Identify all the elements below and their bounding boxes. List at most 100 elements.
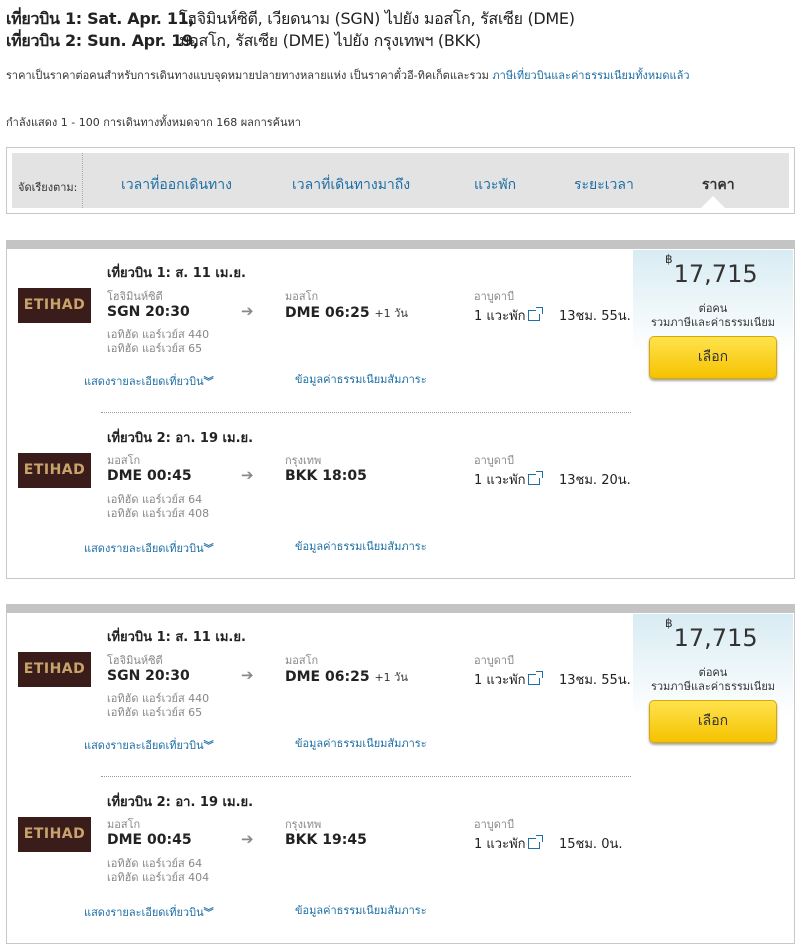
destination-code: DME bbox=[285, 669, 321, 685]
departure: DME 00:45 bbox=[107, 832, 192, 848]
baggage-fees-link[interactable]: ข้อมูลค่าธรรมเนียมสัมภาระ bbox=[295, 734, 427, 752]
leg-title: เที่ยวบิน 2: อา. 19 เม.ย. bbox=[107, 431, 254, 446]
incl-tax-label: รวมภาษีและค่าธรรมเนียม bbox=[650, 316, 776, 329]
right-arrow-icon: ➔ bbox=[241, 302, 254, 320]
departure: SGN 20:30 bbox=[107, 668, 190, 684]
sort-bar-inner: จัดเรียงตาม: เวลาที่ออกเดินทาง เวลาที่เด… bbox=[12, 153, 789, 208]
stops-link[interactable]: 1 แวะพัก bbox=[474, 469, 543, 490]
baggage-fees-link[interactable]: ข้อมูลค่าธรรมเนียมสัมภาระ bbox=[295, 901, 427, 919]
origin-city: มอสโก bbox=[107, 818, 141, 831]
sort-stops[interactable]: แวะพัก bbox=[474, 174, 516, 196]
flight-leg: เที่ยวบิน 2: อา. 19 เม.ย. ETIHAD มอสโก D… bbox=[7, 771, 633, 931]
leg-route: มอสโก, รัสเซีย (DME) ไปยัง กรุงเทพฯ (BKK… bbox=[179, 31, 481, 50]
departure-time: 20:30 bbox=[145, 304, 190, 320]
flight-number: เอทิฮัด แอร์เวย์ส 64 bbox=[107, 493, 203, 506]
per-person-label: ต่อคน bbox=[698, 302, 728, 315]
price-caption: ต่อคน รวมภาษีและค่าธรรมเนียม bbox=[633, 666, 793, 694]
day-offset: +1 วัน bbox=[374, 671, 408, 684]
arrival-time: 19:45 bbox=[322, 832, 367, 848]
leg-title: เที่ยวบิน 2: อา. 19 เม.ย. bbox=[107, 795, 254, 810]
origin-city: โฮจิมินห์ซิตี bbox=[107, 290, 163, 303]
right-arrow-icon: ➔ bbox=[241, 666, 254, 684]
stops-count: 1 แวะพัก bbox=[474, 673, 526, 688]
flight-details-label: แสดงรายละเอียดเที่ยวบิน bbox=[84, 375, 204, 388]
arrival-time: 18:05 bbox=[322, 468, 367, 484]
flight-numbers: เอทิฮัด แอร์เวย์ส 64 เอทิฮัด แอร์เวย์ส 4… bbox=[107, 857, 209, 885]
stop-city: อาบูดาบี bbox=[474, 454, 515, 467]
right-arrow-icon: ➔ bbox=[241, 466, 254, 484]
right-arrow-icon: ➔ bbox=[241, 830, 254, 848]
departure-time: 20:30 bbox=[145, 668, 190, 684]
stops-link[interactable]: 1 แวะพัก bbox=[474, 833, 543, 854]
flight-number: เอทิฮัด แอร์เวย์ส 64 bbox=[107, 857, 203, 870]
flight-details-label: แสดงรายละเอียดเที่ยวบิน bbox=[84, 906, 204, 919]
stops-link[interactable]: 1 แวะพัก bbox=[474, 305, 543, 326]
currency-symbol: ฿ bbox=[665, 252, 673, 266]
duration: 15ชม. 0น. bbox=[559, 837, 623, 852]
flight-details-link[interactable]: แสดงรายละเอียดเที่ยวบิน︾ bbox=[84, 736, 214, 754]
sort-arrival-time[interactable]: เวลาที่เดินทางมาถึง bbox=[292, 174, 410, 196]
double-chevron-down-icon: ︾ bbox=[203, 377, 214, 388]
result-card: ฿17,715 ต่อคน รวมภาษีและค่าธรรมเนียม เลื… bbox=[6, 604, 795, 944]
baggage-fees-link[interactable]: ข้อมูลค่าธรรมเนียมสัมภาระ bbox=[295, 370, 427, 388]
currency-symbol: ฿ bbox=[665, 616, 673, 630]
duration: 13ชม. 55น. bbox=[559, 309, 631, 324]
leg-title: เที่ยวบิน 1: ส. 11 เม.ย. bbox=[107, 266, 246, 281]
origin-code: DME bbox=[107, 832, 143, 848]
flight-details-link[interactable]: แสดงรายละเอียดเที่ยวบิน︾ bbox=[84, 372, 214, 390]
external-link-icon bbox=[527, 835, 543, 849]
arrival: DME 06:25 +1 วัน bbox=[285, 304, 408, 322]
arrival-time: 06:25 bbox=[325, 305, 370, 321]
flight-details-label: แสดงรายละเอียดเที่ยวบิน bbox=[84, 542, 204, 555]
price-note: ราคาเป็นราคาต่อคนสำหรับการเดินทางแบบจุดห… bbox=[6, 68, 696, 83]
day-offset: +1 วัน bbox=[374, 307, 408, 320]
sort-duration[interactable]: ระยะเวลา bbox=[574, 174, 634, 196]
arrival: BKK 18:05 bbox=[285, 468, 367, 484]
airline-logo: ETIHAD bbox=[18, 817, 91, 852]
leg-route: โฮจิมินห์ซิตี, เวียดนาม (SGN) ไปยัง มอสโ… bbox=[179, 9, 575, 28]
leg-label: เที่ยวบิน 1: Sat. Apr. 11, bbox=[6, 9, 195, 28]
double-chevron-down-icon: ︾ bbox=[203, 908, 214, 919]
stops-count: 1 แวะพัก bbox=[474, 473, 526, 488]
leg-title: เที่ยวบิน 1: ส. 11 เม.ย. bbox=[107, 630, 246, 645]
stop-city: อาบูดาบี bbox=[474, 290, 515, 303]
destination-city: มอสโก bbox=[285, 290, 319, 303]
flight-details-label: แสดงรายละเอียดเที่ยวบิน bbox=[84, 739, 204, 752]
select-button[interactable]: เลือก bbox=[649, 336, 777, 379]
destination-code: BKK bbox=[285, 468, 318, 484]
price: ฿17,715 bbox=[665, 252, 758, 288]
flight-details-link[interactable]: แสดงรายละเอียดเที่ยวบิน︾ bbox=[84, 903, 214, 921]
sort-departure-time[interactable]: เวลาที่ออกเดินทาง bbox=[121, 174, 232, 196]
itinerary-summary: เที่ยวบิน 1: Sat. Apr. 11, โฮจิมินห์ซิตี… bbox=[6, 8, 575, 52]
sort-label: จัดเรียงตาม: bbox=[18, 181, 78, 194]
stops-count: 1 แวะพัก bbox=[474, 309, 526, 324]
price-note-text: ราคาเป็นราคาต่อคนสำหรับการเดินทางแบบจุดห… bbox=[6, 69, 493, 82]
result-card: ฿17,715 ต่อคน รวมภาษีและค่าธรรมเนียม เลื… bbox=[6, 240, 795, 579]
price: ฿17,715 bbox=[665, 616, 758, 652]
stops-link[interactable]: 1 แวะพัก bbox=[474, 669, 543, 690]
select-button[interactable]: เลือก bbox=[649, 700, 777, 743]
itinerary-row-1: เที่ยวบิน 1: Sat. Apr. 11, โฮจิมินห์ซิตี… bbox=[6, 8, 575, 30]
baggage-fees-link[interactable]: ข้อมูลค่าธรรมเนียมสัมภาระ bbox=[295, 537, 427, 555]
taxes-fees-link[interactable]: ภาษีเที่ยวบินและค่าธรรมเนียมทั้งหมดแล้ว bbox=[492, 69, 689, 82]
double-chevron-down-icon: ︾ bbox=[203, 741, 214, 752]
destination-code: BKK bbox=[285, 832, 318, 848]
flight-leg: เที่ยวบิน 1: ส. 11 เม.ย. ETIHAD โฮจิมินห… bbox=[7, 605, 633, 765]
destination-city: กรุงเทพ bbox=[285, 454, 322, 467]
duration: 13ชม. 55น. bbox=[559, 673, 631, 688]
per-person-label: ต่อคน bbox=[698, 666, 728, 679]
flight-details-link[interactable]: แสดงรายละเอียดเที่ยวบิน︾ bbox=[84, 539, 214, 557]
origin-code: SGN bbox=[107, 304, 141, 320]
arrival: BKK 19:45 bbox=[285, 832, 367, 848]
active-sort-indicator bbox=[701, 196, 725, 208]
sort-price[interactable]: ราคา bbox=[702, 174, 735, 196]
flight-number: เอทิฮัด แอร์เวย์ส 440 bbox=[107, 328, 210, 341]
flight-numbers: เอทิฮัด แอร์เวย์ส 440 เอทิฮัด แอร์เวย์ส … bbox=[107, 328, 209, 356]
external-link-icon bbox=[527, 471, 543, 485]
price-caption: ต่อคน รวมภาษีและค่าธรรมเนียม bbox=[633, 302, 793, 330]
arrival: DME 06:25 +1 วัน bbox=[285, 668, 408, 686]
double-chevron-down-icon: ︾ bbox=[203, 544, 214, 555]
flight-leg: เที่ยวบิน 2: อา. 19 เม.ย. ETIHAD มอสโก D… bbox=[7, 407, 633, 567]
stop-city: อาบูดาบี bbox=[474, 818, 515, 831]
flight-number: เอทิฮัด แอร์เวย์ส 440 bbox=[107, 692, 210, 705]
